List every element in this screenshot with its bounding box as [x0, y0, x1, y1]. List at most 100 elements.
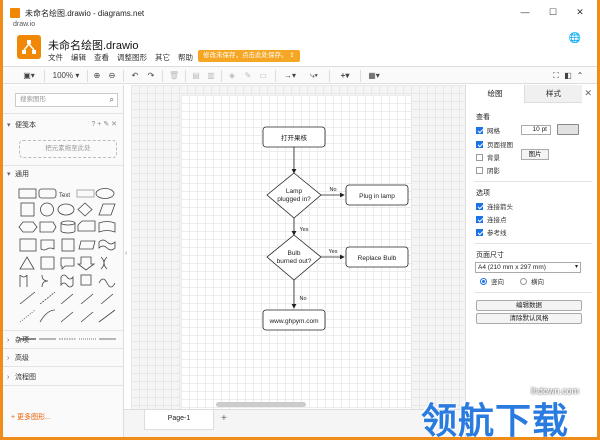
- menu-arrange[interactable]: 调整图形: [117, 52, 147, 63]
- minimize-button[interactable]: —: [518, 6, 532, 18]
- more-shapes-link[interactable]: + 更多图形...: [11, 412, 51, 422]
- search-icon[interactable]: ⌕: [110, 94, 114, 106]
- menu-extras[interactable]: 其它: [155, 52, 170, 63]
- app-window: 未命名绘图.drawio - diagrams.net draw.io — ☐ …: [3, 0, 597, 437]
- connection-arrows-option[interactable]: 连接箭头: [476, 201, 513, 211]
- menu-help[interactable]: 帮助: [178, 52, 193, 63]
- menu-bar: 文件 编辑 查看 调整图形 其它 帮助: [48, 52, 193, 63]
- section-general[interactable]: ▾ 通用: [7, 169, 29, 179]
- search-shapes-input[interactable]: 搜索图形 ⌕: [15, 93, 118, 107]
- paper-size-section-title: 页面尺寸: [476, 252, 504, 259]
- horizontal-scrollbar[interactable]: [216, 402, 306, 407]
- end-node-label: www.ghpym.com: [268, 318, 318, 325]
- maximize-button[interactable]: ☐: [546, 6, 560, 18]
- decision-lamp-label-2: plugged in?: [277, 196, 311, 203]
- format-panel: 绘图 样式 ✕ 查看 网格 页面视图 背景 阴影 选项 连接箭头 连接点 参考线…: [465, 85, 597, 437]
- grid-option[interactable]: 网格: [476, 125, 500, 135]
- delete-icon[interactable]: 🗑: [169, 70, 179, 82]
- menu-file[interactable]: 文件: [48, 52, 63, 63]
- menu-edit[interactable]: 编辑: [71, 52, 86, 63]
- grid-size-input[interactable]: 10 pt: [521, 125, 551, 135]
- to-back-icon[interactable]: ▥: [206, 70, 216, 82]
- window-subtitle: draw.io: [13, 21, 36, 28]
- edge-label-yes-2: Yes: [329, 249, 338, 255]
- flowchart: 打开果核 Lamp plugged in? Plug in lamp Bulb …: [262, 126, 409, 331]
- tab-style[interactable]: 样式: [524, 85, 582, 103]
- grid-checkbox[interactable]: [476, 126, 483, 134]
- orientation-options: 竖向 横向: [480, 276, 544, 286]
- format-panel-toggle-icon[interactable]: ▣▾: [21, 70, 37, 82]
- window-title: 未命名绘图.drawio - diagrams.net: [25, 9, 145, 18]
- close-window-button[interactable]: ✕: [573, 6, 587, 18]
- chevron-down-icon: ▾: [574, 264, 578, 270]
- shadow-icon[interactable]: ▭: [258, 70, 268, 82]
- close-panel-icon[interactable]: ✕: [584, 88, 592, 99]
- zoom-dropdown[interactable]: 100% ▾: [50, 70, 82, 82]
- guides-checkbox[interactable]: [476, 228, 483, 236]
- connection-points-option[interactable]: 连接点: [476, 214, 507, 224]
- page-tab-1[interactable]: Page-1: [144, 410, 214, 430]
- scratchpad-drop-area[interactable]: 把元素拖至此处: [19, 140, 117, 158]
- decision-bulb-label-1: Bulb: [287, 250, 300, 257]
- add-page-button[interactable]: +: [221, 413, 227, 424]
- paper-size-select[interactable]: A4 (210 mm x 297 mm) ▾: [475, 262, 581, 273]
- connection-style-icon[interactable]: →▾: [281, 70, 299, 82]
- plug-in-lamp-label: Plug in lamp: [359, 193, 395, 200]
- shadow-checkbox[interactable]: [476, 166, 483, 174]
- decision-lamp-label-1: Lamp: [286, 188, 303, 195]
- connection-arrows-checkbox[interactable]: [476, 202, 483, 210]
- options-section-title: 选项: [476, 190, 490, 197]
- watermark-brand: 领航下载: [421, 401, 570, 437]
- background-image-button[interactable]: 图片: [521, 149, 549, 160]
- edit-data-button[interactable]: 编辑数据: [476, 300, 582, 311]
- zoom-out-icon[interactable]: ⊖: [107, 70, 117, 82]
- fullscreen-icon[interactable]: ⛶: [551, 70, 561, 82]
- page-view-checkbox[interactable]: [476, 140, 483, 148]
- collapse-toolbar-icon[interactable]: ⌃: [575, 70, 585, 82]
- scratchpad-tools[interactable]: ? + ✎ ✕: [91, 120, 117, 128]
- section-advanced[interactable]: › 高级: [7, 353, 29, 363]
- waypoints-icon[interactable]: ⤷▾: [305, 70, 323, 82]
- table-icon[interactable]: ▦▾: [365, 70, 383, 82]
- clear-default-style-button[interactable]: 清除默认风格: [476, 313, 582, 324]
- line-color-icon[interactable]: ✎: [243, 70, 253, 82]
- insert-icon[interactable]: +▾: [336, 70, 354, 82]
- section-flowchart[interactable]: › 流程图: [7, 372, 36, 382]
- format-icon[interactable]: ◧: [563, 70, 573, 82]
- background-option[interactable]: 背景: [476, 152, 500, 162]
- section-misc[interactable]: › 杂项: [7, 335, 29, 345]
- diagram-canvas[interactable]: 打开果核 Lamp plugged in? Plug in lamp Bulb …: [131, 85, 465, 409]
- format-panel-tabs: 绘图 样式 ✕: [466, 85, 597, 103]
- page-tabs-bar: Page-1 +: [124, 402, 465, 437]
- undo-icon[interactable]: ↶: [130, 70, 140, 82]
- window-titlebar: 未命名绘图.drawio - diagrams.net draw.io — ☐ …: [3, 0, 597, 28]
- drawio-logo-icon: [17, 35, 41, 59]
- zoom-in-icon[interactable]: ⊕: [92, 70, 102, 82]
- toolbar: ▣▾ 100% ▾ ⊕ ⊖ ↶ ↷ 🗑 ▤ ▥ ◈ ✎ ▭ →▾ ⤷▾ +▾ ▦…: [3, 66, 597, 84]
- to-front-icon[interactable]: ▤: [191, 70, 201, 82]
- tab-diagram[interactable]: 绘图: [466, 85, 524, 103]
- landscape-radio[interactable]: [520, 277, 527, 285]
- section-scratchpad[interactable]: ▾ 便笺本: [7, 120, 36, 130]
- language-globe-icon[interactable]: 🌐: [569, 33, 581, 44]
- shadow-option[interactable]: 阴影: [476, 165, 500, 175]
- fill-color-icon[interactable]: ◈: [227, 70, 237, 82]
- menu-view[interactable]: 查看: [94, 52, 109, 63]
- guides-option[interactable]: 参考线: [476, 227, 507, 237]
- redo-icon[interactable]: ↷: [146, 70, 156, 82]
- drawio-app-icon: [10, 8, 20, 18]
- sidebar-collapse-handle-icon[interactable]: ‹: [125, 250, 127, 257]
- background-checkbox[interactable]: [476, 153, 483, 161]
- edge-label-no-1: No: [329, 187, 336, 193]
- replace-bulb-label: Replace Bulb: [358, 255, 397, 262]
- grid-color-swatch[interactable]: [557, 124, 579, 135]
- view-section-title: 查看: [476, 114, 490, 121]
- edge-label-no-2: No: [299, 296, 306, 302]
- document-title[interactable]: 未命名绘图.drawio: [48, 37, 138, 53]
- unsaved-changes-button[interactable]: 修改未保存，点击此处保存。 ⇪: [198, 50, 300, 62]
- connection-points-checkbox[interactable]: [476, 215, 483, 223]
- save-icon: ⇪: [289, 52, 295, 59]
- page-view-option[interactable]: 页面视图: [476, 139, 513, 149]
- svg-text:Text: Text: [59, 193, 70, 199]
- portrait-radio[interactable]: [480, 277, 487, 285]
